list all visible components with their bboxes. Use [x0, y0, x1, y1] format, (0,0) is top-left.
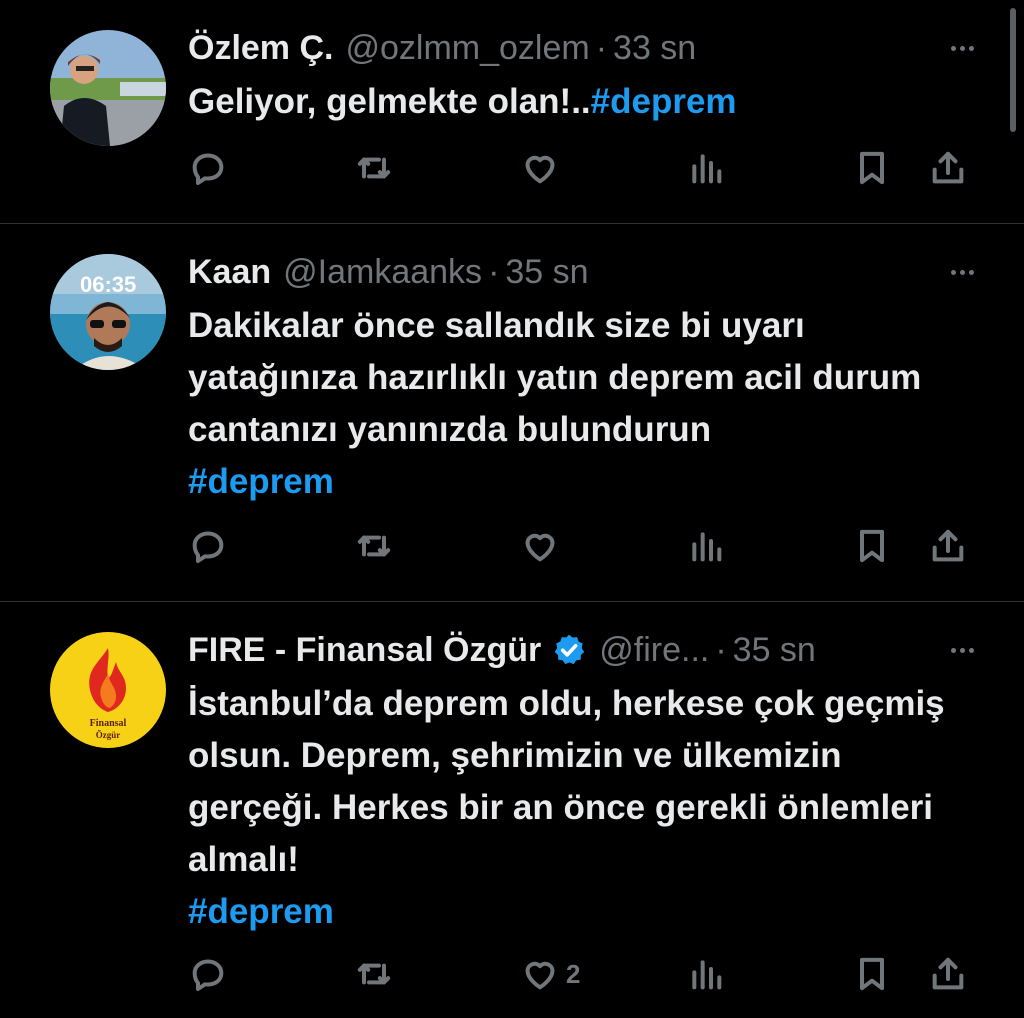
scrollbar[interactable] [1010, 8, 1016, 132]
logo-text-2: Özgür [96, 730, 121, 740]
like-button[interactable] [520, 144, 566, 192]
logo-text-1: Finansal [90, 718, 127, 729]
author-name[interactable]: Özlem Ç. [188, 29, 333, 68]
retweet-icon [357, 963, 391, 985]
retweet-icon [357, 535, 391, 557]
woman-photo-avatar [50, 30, 166, 146]
reply-icon [192, 959, 224, 991]
hashtag-link[interactable]: #deprem [591, 82, 737, 121]
like-icon [525, 961, 555, 990]
tweet-header: FIRE - Finansal Özgür @fire... · 35 sn [188, 626, 984, 674]
retweet-button[interactable] [354, 522, 394, 570]
bookmark-button[interactable] [852, 950, 892, 998]
timeline-feed: Özlem Ç. @ozlmm_ozlem · 33 sn Geliyor, g… [0, 0, 1024, 1018]
views-icon [692, 960, 722, 990]
bookmark-icon [860, 529, 884, 563]
man-sunglasses-avatar: 06:35 [50, 254, 166, 370]
share-button[interactable] [928, 950, 968, 998]
tweet-text: İstanbul’da deprem oldu, herkese çok geç… [188, 678, 964, 938]
action-bar: 2 [0, 950, 1024, 998]
avatar[interactable] [50, 30, 166, 146]
share-icon [932, 529, 964, 562]
reply-button[interactable] [188, 950, 228, 998]
author-name[interactable]: Kaan [188, 253, 271, 292]
more-icon[interactable] [951, 24, 974, 72]
avatar[interactable]: 06:35 [50, 254, 166, 370]
views-button[interactable] [686, 144, 726, 192]
views-button[interactable] [686, 522, 726, 570]
reply-icon [192, 153, 224, 185]
like-button[interactable]: 2 [520, 950, 580, 998]
tweet[interactable]: Finansal Özgür FIRE - Finansal Özgür @fi… [0, 602, 1024, 1018]
author-name[interactable]: FIRE - Finansal Özgür [188, 631, 541, 670]
tweet-body: İstanbul’da deprem oldu, herkese çok geç… [188, 684, 945, 879]
more-icon[interactable] [951, 248, 974, 296]
reply-button[interactable] [188, 522, 228, 570]
author-handle[interactable]: @ozlmm_ozlem [345, 29, 589, 68]
more-icon[interactable] [951, 626, 974, 674]
tweet-text: Dakikalar önce sallandık size bi uyarı y… [188, 300, 964, 508]
timestamp[interactable]: 33 sn [613, 29, 696, 68]
like-icon [525, 533, 555, 562]
tweet-header: Kaan @Iamkaanks · 35 sn [188, 248, 984, 296]
separator: · [595, 28, 608, 67]
tweet-header: Özlem Ç. @ozlmm_ozlem · 33 sn [188, 24, 984, 72]
tweet-body: Geliyor, gelmekte olan!.. [188, 82, 591, 121]
share-icon [932, 957, 964, 990]
share-button[interactable] [928, 522, 968, 570]
retweet-button[interactable] [354, 950, 394, 998]
views-icon [692, 154, 722, 184]
reply-button[interactable] [188, 144, 228, 192]
bookmark-button[interactable] [852, 522, 892, 570]
avatar[interactable]: Finansal Özgür [50, 632, 166, 748]
tweet-text: Geliyor, gelmekte olan!..#deprem [188, 76, 964, 128]
hashtag-link[interactable]: #deprem [188, 892, 334, 931]
timestamp[interactable]: 35 sn [733, 631, 816, 670]
share-icon [932, 151, 964, 184]
avatar-clock-text: 06:35 [80, 272, 136, 297]
share-button[interactable] [928, 144, 968, 192]
retweet-button[interactable] [354, 144, 394, 192]
like-count: 2 [566, 958, 581, 989]
retweet-icon [357, 157, 391, 179]
action-bar [0, 144, 1024, 192]
views-icon [692, 532, 722, 562]
bookmark-icon [860, 957, 884, 991]
bookmark-icon [860, 151, 884, 185]
author-handle[interactable]: @fire... [599, 631, 709, 670]
tweet[interactable]: Özlem Ç. @ozlmm_ozlem · 33 sn Geliyor, g… [0, 0, 1024, 224]
reply-icon [192, 531, 224, 563]
separator: · [488, 252, 500, 291]
hashtag-link[interactable]: #deprem [188, 462, 334, 501]
fire-logo-avatar: Finansal Özgür [50, 632, 166, 748]
verified-icon [555, 634, 585, 665]
tweet-body: Dakikalar önce sallandık size bi uyarı y… [188, 306, 922, 449]
like-icon [525, 155, 555, 184]
like-button[interactable] [520, 522, 566, 570]
tweet[interactable]: 06:35 Kaan @Iamkaanks · 35 sn Dakikalar … [0, 224, 1024, 602]
separator: · [715, 630, 727, 669]
bookmark-button[interactable] [852, 144, 892, 192]
action-bar [0, 522, 1024, 570]
timestamp[interactable]: 35 sn [505, 253, 588, 292]
views-button[interactable] [686, 950, 726, 998]
author-handle[interactable]: @Iamkaanks [283, 253, 482, 292]
